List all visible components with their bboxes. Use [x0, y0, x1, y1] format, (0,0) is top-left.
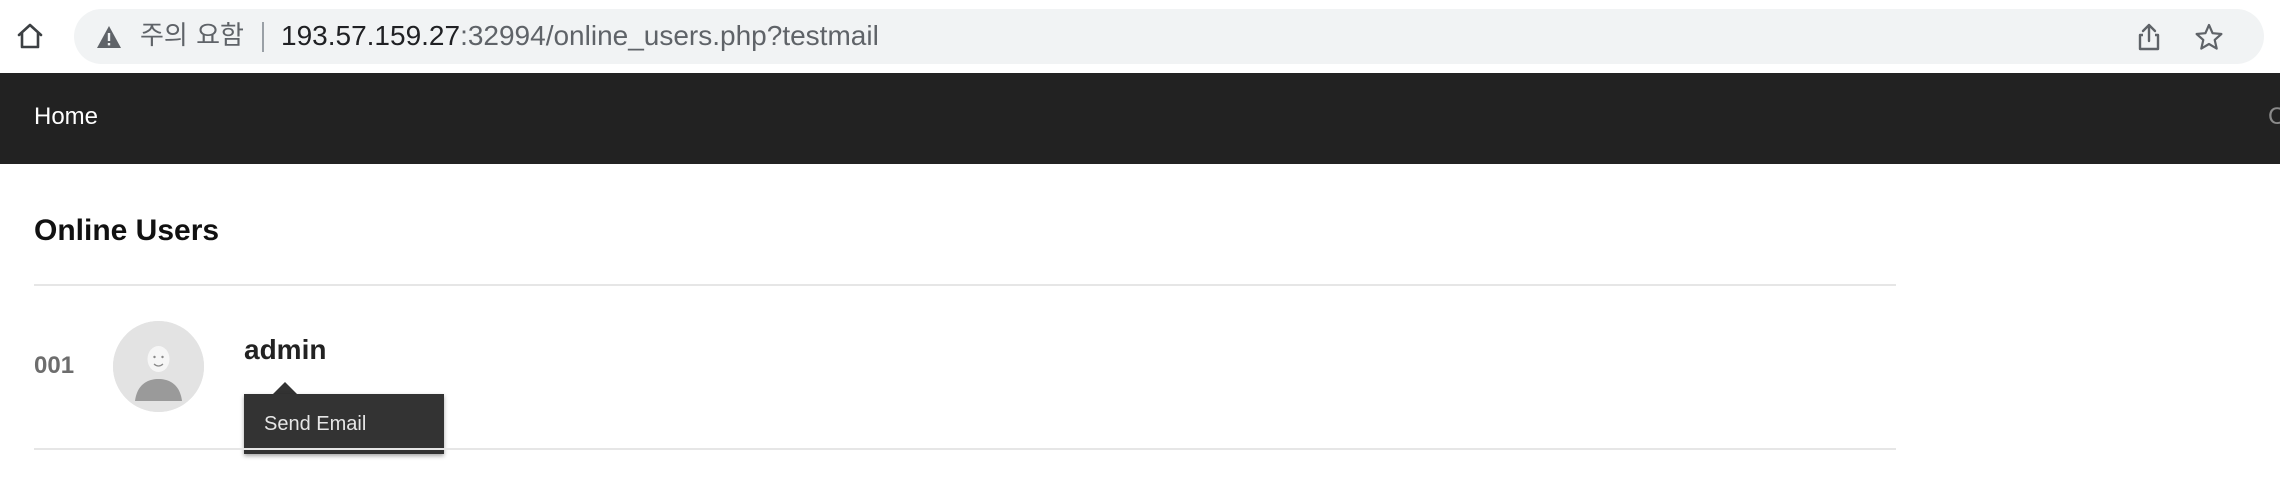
url-host: 193.57.159.27	[281, 20, 461, 51]
nav-home-link[interactable]: Home	[34, 101, 98, 133]
page-title: Online Users	[34, 214, 220, 247]
top-navbar: Home C	[0, 73, 2280, 164]
share-icon[interactable]	[2134, 22, 2164, 52]
nav-right-item[interactable]: C	[2268, 101, 2280, 133]
send-email-button[interactable]: Send Email	[264, 410, 366, 438]
user-avatar	[113, 321, 204, 412]
security-warning-label[interactable]: 주의 요함	[140, 19, 244, 53]
browser-toolbar: 주의 요함 193.57.159.27:32994/online_users.p…	[0, 0, 2280, 73]
tooltip-arrow	[273, 382, 297, 394]
home-icon	[17, 23, 43, 49]
omnibox-separator	[262, 22, 264, 52]
user-index: 001	[34, 352, 75, 379]
divider	[34, 284, 1896, 286]
url-path: :32994/online_users.php?testmail	[460, 20, 879, 51]
warning-icon[interactable]	[96, 25, 122, 49]
home-button[interactable]	[12, 18, 48, 54]
star-icon[interactable]	[2194, 22, 2224, 52]
default-avatar-icon	[113, 321, 204, 412]
address-bar[interactable]: 주의 요함 193.57.159.27:32994/online_users.p…	[74, 9, 2264, 64]
send-email-tooltip[interactable]: Send Email	[244, 394, 444, 454]
user-name[interactable]: admin	[244, 333, 326, 367]
divider	[34, 448, 1896, 450]
url-text[interactable]: 193.57.159.27:32994/online_users.php?tes…	[281, 19, 879, 53]
